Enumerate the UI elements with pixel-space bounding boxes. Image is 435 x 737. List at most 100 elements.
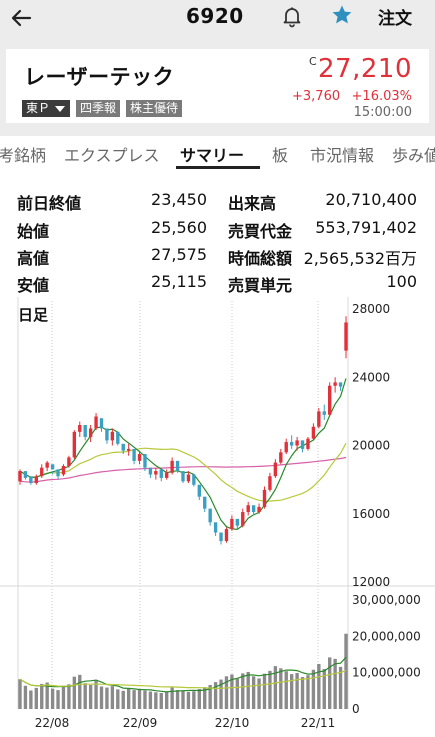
tab-summary[interactable]: サマリー: [180, 142, 244, 166]
tab-reference-stocks[interactable]: 考銘柄: [0, 142, 46, 166]
volume-bar: [110, 686, 115, 709]
candle-body: [165, 472, 169, 478]
date-tick-label: 22/11: [301, 716, 336, 730]
candle-body: [181, 471, 185, 482]
favorite-star-icon[interactable]: [330, 3, 354, 27]
stat-value-volume: 20,710,400: [325, 190, 417, 209]
chart-canvas[interactable]: 28000 24000 20000 16000 12000 30,000,000 20,00…: [0, 297, 435, 737]
price-tick-label: 16000: [352, 507, 390, 521]
candle-body: [224, 529, 229, 542]
quote-card: レーザーテック 東Ｐ 四季報 株主優待 C 27,210 +3,760 +16.…: [6, 49, 429, 123]
price-tick-label: 28000: [352, 302, 390, 316]
candle-body: [50, 464, 55, 470]
stat-label-trading-unit: 売買単元: [228, 276, 293, 295]
candle-body: [56, 469, 60, 477]
volume-bar: [262, 673, 267, 709]
candle-body: [175, 460, 180, 472]
candle-body: [78, 425, 82, 432]
price-tick-label: 12000: [352, 575, 390, 589]
stat-value-turnover: 553,791,402: [315, 218, 417, 237]
candle-body: [18, 471, 22, 482]
stock-name: レーザーテック: [24, 65, 175, 89]
candle-body: [257, 506, 261, 513]
candle-body: [333, 382, 337, 386]
candle-body: [230, 518, 234, 530]
volume-bar: [116, 689, 120, 709]
volume-bar: [126, 688, 131, 709]
volume-bar: [311, 669, 316, 709]
quote-time: 15:00:00: [353, 105, 412, 120]
candle-body: [186, 474, 191, 482]
candle-body: [110, 431, 115, 441]
summary-stats: 前日終値 23,450 始値 25,560 高値 27,575 安値 25,11…: [0, 170, 435, 297]
volume-bar: [268, 670, 272, 709]
volume-bar: [306, 675, 310, 709]
stat-label-low: 安値: [17, 276, 50, 295]
notification-bell-icon[interactable]: [280, 4, 304, 28]
volume-bar: [61, 686, 66, 709]
candle-body: [121, 443, 125, 451]
stat-label-high: 高値: [17, 249, 50, 268]
volume-bar: [175, 690, 180, 709]
date-tick-label: 22/08: [35, 716, 70, 730]
candle-body: [295, 440, 299, 446]
tab-tick-history[interactable]: 歩み値: [392, 142, 435, 166]
candle-body: [29, 476, 33, 484]
volume-bar: [246, 671, 250, 709]
price-change-percent: +16.03%: [351, 89, 412, 104]
volume-bar: [132, 690, 136, 709]
volume-bar: [328, 657, 332, 709]
volume-bar: [18, 679, 22, 709]
candle-body: [311, 426, 316, 439]
order-button[interactable]: 注文: [378, 4, 412, 29]
shikiho-tag[interactable]: 四季報: [76, 100, 121, 117]
price-tick-label: 20000: [352, 439, 390, 453]
price-change: +3,760: [292, 89, 341, 104]
volume-bar: [333, 658, 337, 709]
volume-bar: [235, 678, 240, 709]
candle-body: [219, 532, 223, 542]
volume-bar: [143, 690, 147, 709]
date-tick-label: 22/10: [215, 716, 250, 730]
candle-body: [197, 484, 201, 497]
tab-market-info[interactable]: 市況情報: [310, 142, 374, 166]
volume-bar: [279, 668, 283, 709]
stat-label-market-cap: 時価総額: [228, 249, 293, 268]
volume-bar: [300, 677, 305, 709]
volume-bar: [56, 690, 60, 709]
candle-body: [61, 465, 66, 475]
candle-body: [116, 431, 120, 444]
volume-bar: [159, 693, 163, 709]
volume-bar: [78, 674, 82, 709]
stat-value-prev-close: 23,450: [151, 190, 207, 209]
candle-body: [328, 385, 332, 415]
volume-bar: [148, 691, 153, 709]
candle-body: [23, 471, 28, 478]
candle-body: [306, 438, 310, 449]
candle-body: [154, 471, 158, 475]
shareholder-benefit-tag[interactable]: 株主優待: [126, 100, 183, 117]
market-tag[interactable]: 東Ｐ: [22, 100, 71, 117]
volume-bar: [23, 685, 28, 709]
current-price: 27,210: [318, 54, 412, 84]
app-root: 6920 注文 レーザーテック 東Ｐ 四季報 株主優待 C 27,210 +3,…: [0, 0, 435, 737]
volume-bar: [121, 690, 125, 709]
top-bar: 6920 注文: [0, 0, 435, 36]
daily-chart[interactable]: 28000 24000 20000 16000 12000 30,000,000 20,00…: [0, 297, 435, 737]
tab-express[interactable]: エクスプレス: [64, 142, 160, 166]
ma-short-line: [19, 378, 347, 531]
price-tick-label: 24000: [352, 370, 390, 384]
candle-body: [213, 522, 218, 533]
stat-label-prev-close: 前日終値: [17, 194, 82, 213]
back-arrow-icon[interactable]: [8, 4, 36, 32]
candle-body: [83, 425, 87, 437]
tab-order-book[interactable]: 板: [272, 142, 288, 166]
candle-body: [67, 457, 71, 466]
volume-bar: [284, 671, 288, 709]
candle-body: [132, 448, 136, 461]
volume-bar: [165, 691, 169, 709]
candle-body: [203, 496, 207, 509]
volume-bar: [34, 687, 38, 709]
candle-body: [251, 505, 256, 513]
volume-bar: [137, 689, 142, 709]
